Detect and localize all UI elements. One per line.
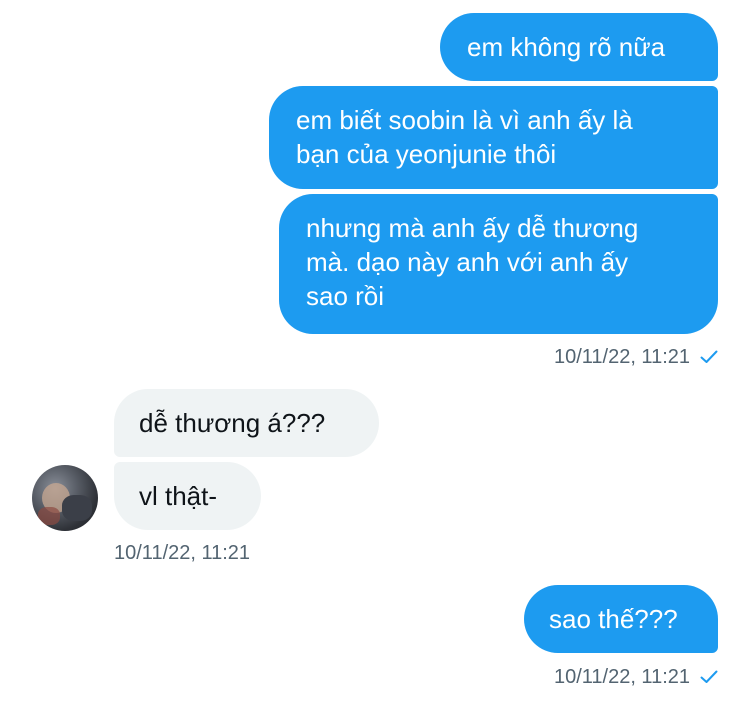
message-timestamp: 10/11/22, 11:21 <box>553 346 690 368</box>
message-meta: 10/11/22, 11:21 <box>114 541 250 565</box>
message-timestamp: 10/11/22, 11:21 <box>114 542 251 564</box>
message-text: em không rõ nữa <box>467 32 666 62</box>
message-text: vl thật- <box>139 481 218 511</box>
message-text: em biết soobin là vì anh ấy là <box>296 105 633 135</box>
message-text: sao rồi <box>306 281 385 311</box>
sent-message-bubble[interactable]: nhưng mà anh ấy dễ thương mà. dạo này an… <box>279 194 718 334</box>
sent-message-bubble[interactable]: sao thế??? <box>524 585 718 653</box>
check-icon <box>700 350 718 363</box>
message-text: mà. dạo này anh với anh ấy <box>306 247 629 277</box>
message-text: dễ thương á??? <box>139 408 326 438</box>
message-meta: 10/11/22, 11:21 <box>554 345 718 369</box>
message-text: bạn của yeonjunie thôi <box>296 139 557 169</box>
avatar-shape <box>38 507 60 525</box>
received-message-bubble[interactable]: vl thật- <box>114 462 261 530</box>
received-message-bubble[interactable]: dễ thương á??? <box>114 389 379 457</box>
sent-message-bubble[interactable]: em biết soobin là vì anh ấy là bạn của y… <box>269 86 718 189</box>
message-text: nhưng mà anh ấy dễ thương <box>306 213 639 243</box>
avatar-shape <box>62 495 92 521</box>
message-text: sao thế??? <box>549 604 678 634</box>
user-avatar[interactable] <box>32 465 98 531</box>
check-icon <box>700 670 718 683</box>
message-timestamp: 10/11/22, 11:21 <box>553 666 690 688</box>
message-meta: 10/11/22, 11:21 <box>554 665 718 689</box>
sent-message-bubble[interactable]: em không rõ nữa <box>440 13 718 81</box>
